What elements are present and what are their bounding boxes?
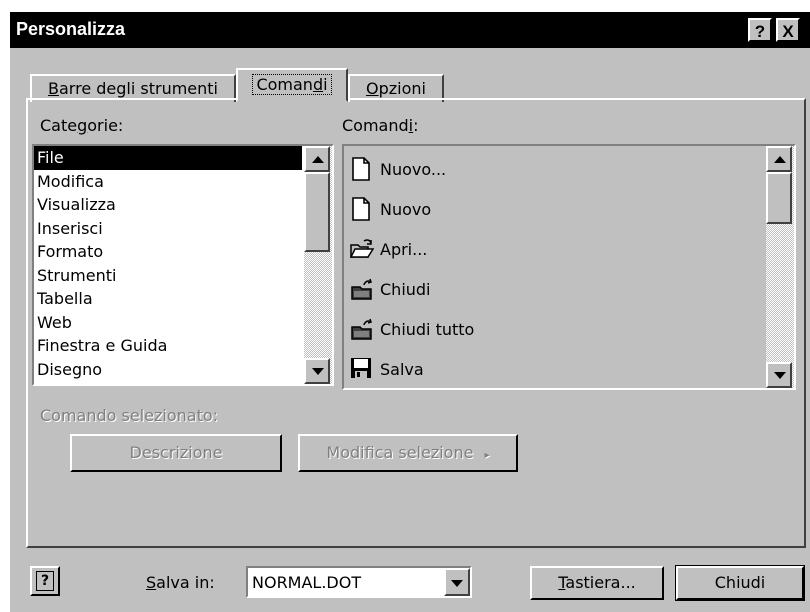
save-in-dropdown[interactable]: NORMAL.DOT bbox=[246, 566, 472, 598]
question-mark-icon: ? bbox=[36, 571, 54, 591]
help-button[interactable]: ? bbox=[30, 566, 60, 596]
context-help-button[interactable]: ? bbox=[748, 18, 772, 42]
categories-label: Categorie: bbox=[40, 116, 124, 135]
close-window-button[interactable]: X bbox=[776, 18, 800, 42]
command-item-label: Apri... bbox=[380, 239, 428, 259]
window-title: Personalizza bbox=[16, 19, 126, 39]
category-item[interactable]: Visualizza bbox=[34, 193, 302, 217]
new-document-icon bbox=[350, 197, 372, 221]
tab-options-label: Opzioni bbox=[366, 79, 426, 98]
chevron-down-icon bbox=[451, 580, 463, 587]
close-folder-icon bbox=[350, 317, 372, 341]
command-item[interactable]: Nuovo... bbox=[350, 154, 446, 184]
command-item-label: Nuovo bbox=[380, 199, 432, 219]
description-button[interactable]: Descrizione bbox=[70, 434, 282, 472]
title-bar[interactable]: Personalizza ? X bbox=[10, 12, 810, 48]
command-item-label: Nuovo... bbox=[380, 159, 447, 179]
command-item[interactable]: Apri... bbox=[349, 234, 428, 264]
close-folder-icon bbox=[350, 277, 372, 301]
command-item-label: Salva bbox=[380, 359, 424, 379]
category-item[interactable]: Modifica bbox=[34, 170, 302, 194]
category-item[interactable]: Finestra e Guida bbox=[34, 334, 302, 358]
selected-command-label: Comando selezionato: bbox=[40, 406, 219, 425]
commands-scroll-down-button[interactable] bbox=[766, 362, 792, 388]
commands-scrollbar[interactable] bbox=[766, 146, 794, 388]
arrow-down-icon bbox=[312, 368, 324, 375]
customize-dialog: Personalizza ? X Barre degli strumenti C… bbox=[10, 12, 810, 612]
arrow-up-icon bbox=[774, 156, 786, 163]
keyboard-button-label: Tastiera... bbox=[558, 573, 636, 592]
save-in-value: NORMAL.DOT bbox=[252, 573, 362, 592]
modify-selection-label: Modifica selezione bbox=[326, 443, 474, 462]
category-item[interactable]: Disegno bbox=[34, 358, 302, 382]
category-item[interactable]: Inserisci bbox=[34, 217, 302, 241]
dropdown-arrow-icon: ▸ bbox=[484, 450, 490, 461]
save-disk-icon bbox=[350, 357, 372, 381]
categories-scroll-up-button[interactable] bbox=[304, 146, 330, 172]
command-item[interactable]: Chiudi bbox=[350, 274, 431, 304]
arrow-up-icon bbox=[312, 156, 324, 163]
commands-scroll-thumb[interactable] bbox=[766, 172, 792, 224]
new-document-icon bbox=[350, 157, 372, 181]
categories-scroll-down-button[interactable] bbox=[304, 358, 330, 384]
keyboard-button[interactable]: Tastiera... bbox=[530, 566, 664, 600]
tab-commands[interactable]: Comandi bbox=[236, 68, 348, 102]
command-item[interactable]: Nuovo bbox=[350, 194, 431, 224]
save-in-dropdown-button[interactable] bbox=[444, 568, 470, 596]
modify-selection-button[interactable]: Modifica selezione ▸ bbox=[298, 434, 518, 472]
category-item[interactable]: Tabella bbox=[34, 287, 302, 311]
commands-items: Nuovo... Nuovo Apri... Chiudi Chiudi tutto Sa… bbox=[344, 146, 764, 388]
tab-commands-label: Comandi bbox=[252, 74, 332, 95]
close-button[interactable]: Chiudi bbox=[675, 565, 805, 601]
tab-toolbars-label: Barre degli strumenti bbox=[48, 79, 218, 98]
commands-scroll-up-button[interactable] bbox=[766, 146, 792, 172]
commands-label: Comandi: bbox=[342, 116, 419, 135]
category-item[interactable]: File bbox=[34, 146, 302, 170]
command-item-label: Chiudi bbox=[380, 279, 431, 299]
category-item[interactable]: Web bbox=[34, 311, 302, 335]
arrow-down-icon bbox=[774, 372, 786, 379]
save-in-label: Salva in: bbox=[146, 573, 215, 592]
command-item-label: Chiudi tutto bbox=[380, 319, 475, 339]
categories-scroll-thumb[interactable] bbox=[304, 172, 330, 252]
command-item[interactable]: Salva bbox=[350, 354, 424, 384]
category-item[interactable]: Strumenti bbox=[34, 264, 302, 288]
open-folder-icon bbox=[349, 237, 375, 261]
categories-scrollbar[interactable] bbox=[304, 146, 332, 384]
category-item[interactable]: Formato bbox=[34, 240, 302, 264]
categories-items: File Modifica Visualizza Inserisci Formato St… bbox=[34, 146, 302, 381]
categories-list[interactable]: File Modifica Visualizza Inserisci Formato St… bbox=[32, 144, 334, 386]
commands-panel: Categorie: Comandi: File Modifica Visualiz… bbox=[26, 98, 806, 548]
commands-list[interactable]: Nuovo... Nuovo Apri... Chiudi Chiudi tutto Sa… bbox=[342, 144, 796, 390]
command-item[interactable]: Chiudi tutto bbox=[350, 314, 474, 344]
